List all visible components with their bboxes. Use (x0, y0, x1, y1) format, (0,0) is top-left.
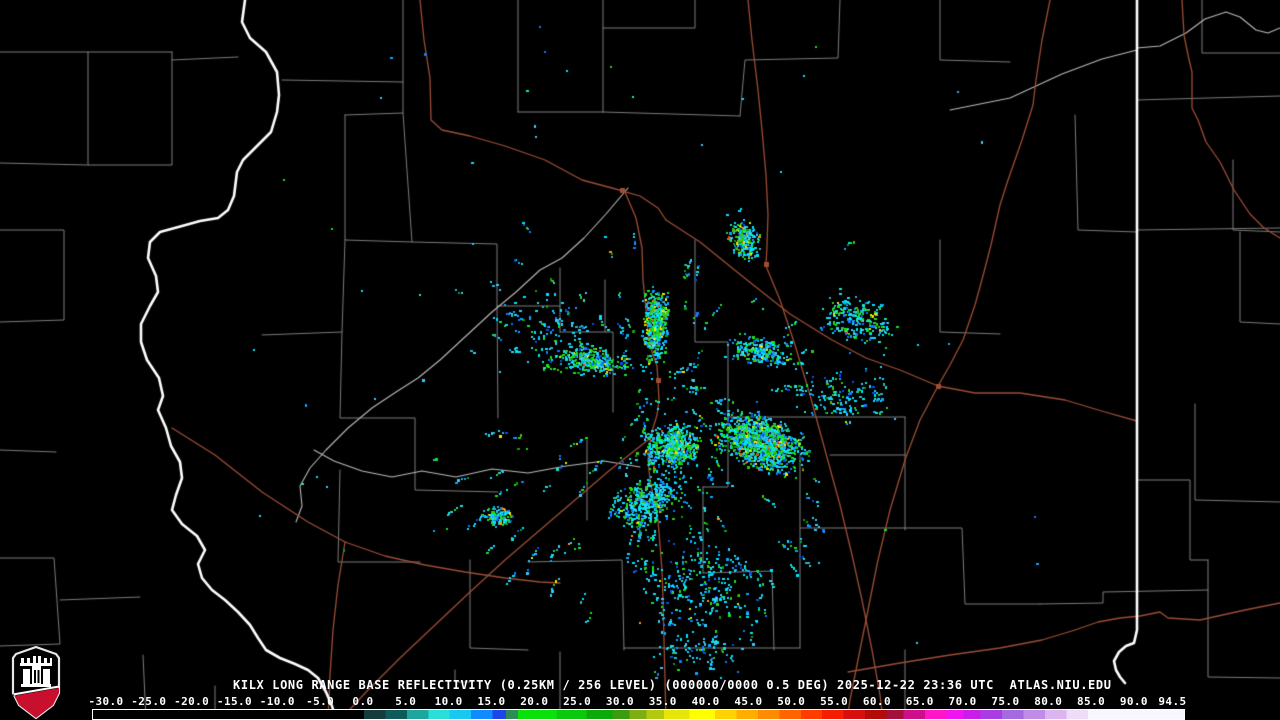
radar-viewer: KILX LONG RANGE BASE REFLECTIVITY (0.25K… (0, 0, 1280, 720)
radar-map-canvas (0, 0, 1280, 720)
niu-logo (8, 645, 64, 720)
